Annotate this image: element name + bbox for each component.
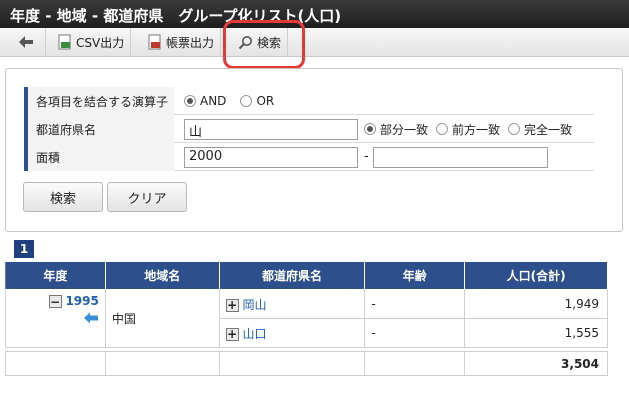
radio-selected-icon bbox=[184, 95, 196, 107]
population-cell: 1,949 bbox=[464, 289, 608, 319]
prefecture-label: 都道府県名 bbox=[24, 115, 174, 143]
year-cell: − 1995 bbox=[5, 289, 106, 348]
total-empty-cell bbox=[218, 351, 366, 376]
table-header-row: 年度 地域名 都道府県名 年齢 人口(合計) bbox=[5, 261, 608, 290]
csv-export-button[interactable]: CSV出力 bbox=[52, 28, 132, 56]
region-cell: 中国 bbox=[104, 289, 220, 348]
expand-icon[interactable]: + bbox=[225, 298, 239, 312]
search-highlight-annotation bbox=[223, 20, 305, 69]
col-age[interactable]: 年齢 bbox=[364, 261, 466, 290]
area-to-input[interactable] bbox=[373, 147, 548, 168]
prefecture-row: 都道府県名 山 部分一致 前方一致 完全一致 bbox=[24, 115, 594, 143]
expand-icon[interactable]: + bbox=[225, 327, 239, 341]
operator-or-label: OR bbox=[256, 94, 275, 108]
window-title: 年度 - 地域 - 都道府県 グループ化リスト(人口) bbox=[0, 0, 629, 28]
operator-and-radio[interactable]: AND bbox=[184, 94, 226, 108]
toolbar: CSV出力 帳票出力 検索 bbox=[0, 28, 629, 57]
prefecture-cell: + 岡山 bbox=[218, 289, 366, 319]
match-exact-label: 完全一致 bbox=[524, 122, 573, 137]
operator-row: 各項目を結合する演算子 AND OR bbox=[24, 87, 594, 115]
csv-export-label: CSV出力 bbox=[76, 35, 125, 50]
result-table: 年度 地域名 都道府県名 年齢 人口(合計) − 1995 中国 + 岡山 - … bbox=[5, 261, 608, 376]
col-year[interactable]: 年度 bbox=[5, 261, 106, 290]
csv-file-icon bbox=[58, 34, 71, 50]
table-row: − 1995 中国 + 岡山 - 1,949 bbox=[5, 289, 608, 348]
col-region[interactable]: 地域名 bbox=[104, 261, 220, 290]
left-arrow-icon[interactable] bbox=[83, 312, 99, 324]
report-export-button[interactable]: 帳票出力 bbox=[142, 28, 222, 56]
operator-and-label: AND bbox=[200, 94, 227, 108]
radio-empty-icon bbox=[508, 123, 521, 135]
back-button[interactable] bbox=[12, 28, 46, 56]
match-partial-label: 部分一致 bbox=[380, 122, 429, 137]
total-empty-cell bbox=[364, 351, 466, 376]
operator-or-radio[interactable]: OR bbox=[240, 94, 274, 108]
match-prefix-label: 前方一致 bbox=[452, 122, 501, 137]
clear-button[interactable]: クリア bbox=[107, 182, 187, 212]
prefecture-link[interactable]: 岡山 bbox=[242, 298, 266, 312]
search-panel: 各項目を結合する演算子 AND OR 都道府県名 山 部分一致 前方一致 完全一… bbox=[5, 68, 623, 232]
operator-label: 各項目を結合する演算子 bbox=[24, 87, 174, 115]
year-link[interactable]: 1995 bbox=[65, 294, 98, 308]
report-export-label: 帳票出力 bbox=[166, 35, 215, 50]
radio-selected-icon bbox=[364, 123, 376, 135]
radio-empty-icon bbox=[240, 95, 253, 107]
total-empty-cell bbox=[104, 351, 220, 376]
match-prefix-radio[interactable]: 前方一致 bbox=[436, 121, 500, 138]
area-row: 面積 2000 - bbox=[24, 143, 594, 171]
age-cell: - bbox=[364, 318, 466, 348]
col-prefecture[interactable]: 都道府県名 bbox=[218, 261, 366, 290]
collapse-icon[interactable]: − bbox=[48, 295, 62, 308]
search-button[interactable]: 検索 bbox=[23, 182, 103, 212]
prefecture-cell: + 山口 bbox=[218, 318, 366, 348]
area-range-separator: - bbox=[364, 149, 369, 164]
back-arrow-icon bbox=[19, 36, 33, 48]
col-population[interactable]: 人口(合計) bbox=[464, 261, 608, 290]
match-partial-radio[interactable]: 部分一致 bbox=[364, 121, 428, 138]
report-file-icon bbox=[148, 34, 161, 50]
population-cell: 1,555 bbox=[464, 318, 608, 348]
match-exact-radio[interactable]: 完全一致 bbox=[508, 121, 572, 138]
prefecture-input[interactable]: 山 bbox=[184, 119, 358, 140]
page-number[interactable]: 1 bbox=[14, 240, 34, 258]
prefecture-link[interactable]: 山口 bbox=[242, 327, 266, 341]
total-population-cell: 3,504 bbox=[464, 351, 608, 376]
total-empty-cell bbox=[5, 351, 106, 376]
age-cell: - bbox=[364, 289, 466, 319]
area-label: 面積 bbox=[24, 143, 174, 171]
radio-empty-icon bbox=[436, 123, 449, 135]
area-from-input[interactable]: 2000 bbox=[184, 147, 358, 168]
total-row: 3,504 bbox=[5, 351, 608, 376]
